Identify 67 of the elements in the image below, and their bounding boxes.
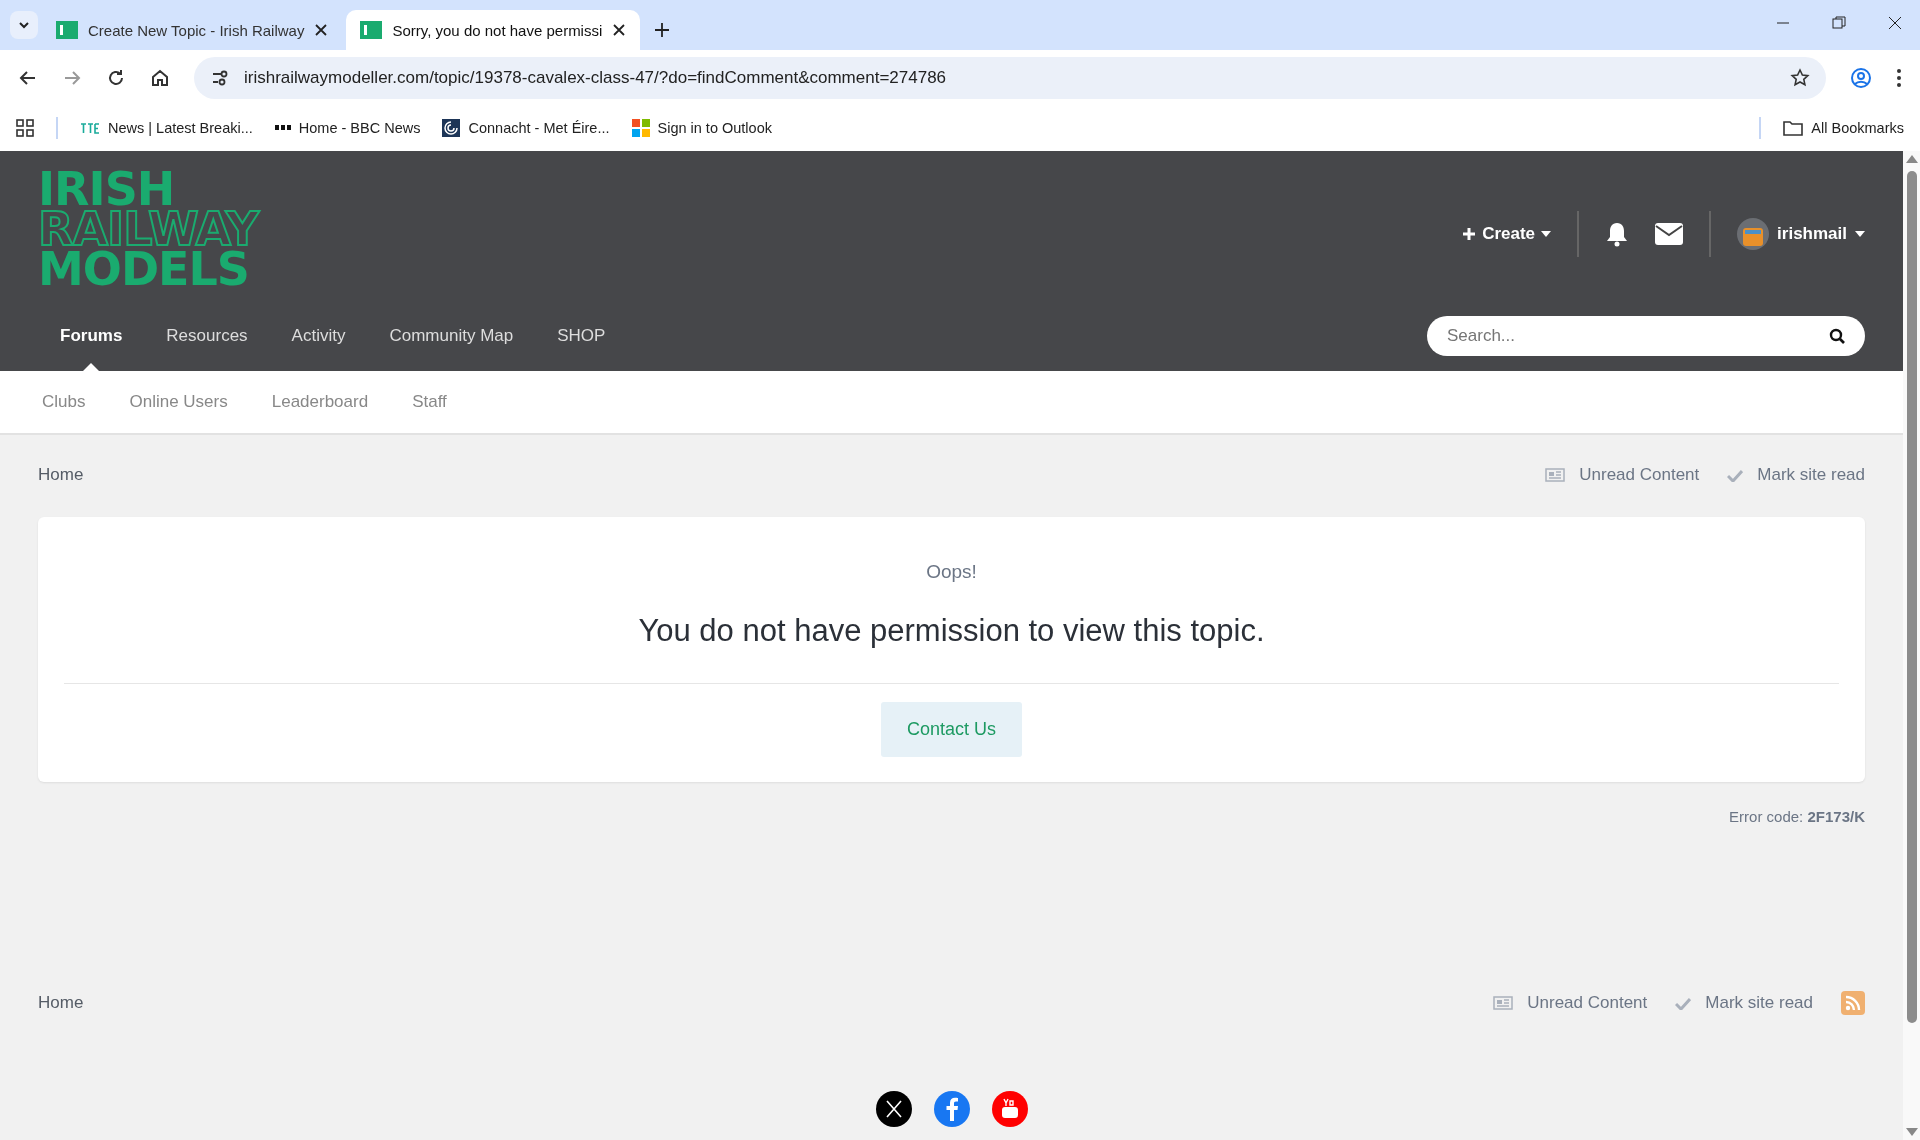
close-icon[interactable] xyxy=(612,23,627,37)
bookmark-favicon-icon xyxy=(442,119,461,137)
bookmark[interactable]: Connacht - Met Éire... xyxy=(442,119,610,137)
x-logo-icon[interactable] xyxy=(875,1091,912,1127)
subnav-link[interactable]: Leaderboard xyxy=(271,392,369,412)
caret-icon xyxy=(1541,231,1552,237)
user-menu[interactable]: irishmail xyxy=(1737,218,1865,250)
caret-icon xyxy=(1855,231,1865,237)
facebook-icon[interactable] xyxy=(933,1091,970,1127)
scroll-up-icon[interactable] xyxy=(1905,155,1918,163)
bookmark[interactable]: Home - BBC News xyxy=(274,120,421,136)
envelope-icon[interactable] xyxy=(1655,223,1684,245)
search-icon[interactable] xyxy=(1829,328,1845,344)
checkmark-icon xyxy=(1727,468,1744,482)
subnav-link[interactable]: Clubs xyxy=(42,392,86,412)
subnav-link[interactable]: Online Users xyxy=(129,392,228,412)
subnav-link[interactable]: Staff xyxy=(412,392,447,412)
apps-grid-icon[interactable] xyxy=(16,119,34,137)
close-icon[interactable] xyxy=(1888,16,1902,30)
more-icon[interactable] xyxy=(1896,67,1902,88)
bookmark-favicon-icon xyxy=(631,119,650,137)
site-favicon-icon xyxy=(360,21,383,39)
nav-tab[interactable]: Community Map xyxy=(367,301,536,371)
tab-title: Sorry, you do not have permissi xyxy=(392,21,603,39)
bell-icon[interactable] xyxy=(1605,221,1630,247)
error-code: Error code: 2F173/K xyxy=(1728,808,1865,825)
nav-tab[interactable]: Activity xyxy=(269,301,368,371)
close-icon[interactable] xyxy=(314,23,329,37)
nav-tab[interactable]: Resources xyxy=(144,301,270,371)
mark-site-read-link[interactable]: Mark site read xyxy=(1675,993,1813,1013)
bookmark[interactable]: Sign in to Outlook xyxy=(631,119,772,137)
search-field[interactable]: Search... xyxy=(1427,316,1865,356)
breadcrumb-link[interactable]: Home xyxy=(38,465,84,485)
star-icon[interactable] xyxy=(1790,67,1810,88)
address-bar[interactable]: irishrailwaymodeller.com/topic/19378-cavalex-class-47/?do=findComment&comment=274786 xyxy=(194,56,1826,99)
browser-tab[interactable]: Sorry, you do not have permissi xyxy=(346,10,641,50)
tab-title: Create New Topic - Irish Railway xyxy=(88,21,305,39)
bookmark-favicon-icon xyxy=(274,125,291,131)
newspaper-icon xyxy=(1545,468,1566,482)
scrollbar[interactable] xyxy=(1903,151,1920,1140)
create-button[interactable]: Create xyxy=(1462,224,1552,244)
reload-icon[interactable] xyxy=(106,67,126,88)
youtube-icon[interactable] xyxy=(991,1091,1028,1127)
scroll-down-icon[interactable] xyxy=(1905,1128,1918,1136)
avatar-icon xyxy=(1737,218,1770,250)
nav-tab[interactable]: SHOP xyxy=(535,301,628,371)
mark-site-read-link[interactable]: Mark site read xyxy=(1727,465,1865,485)
all-bookmarks-button[interactable]: All Bookmarks xyxy=(1783,120,1904,136)
new-tab-icon[interactable] xyxy=(654,22,671,38)
error-heading: Oops! xyxy=(926,561,977,583)
breadcrumb-link[interactable]: Home xyxy=(38,993,84,1013)
bookmark[interactable]: News | Latest Breaki... xyxy=(80,120,253,136)
newspaper-icon xyxy=(1493,996,1514,1010)
tab-search-button[interactable] xyxy=(10,11,38,39)
home-icon[interactable] xyxy=(150,67,170,88)
folder-icon xyxy=(1783,120,1804,136)
plus-icon xyxy=(1462,227,1477,241)
error-message: You do not have permission to view this topic. xyxy=(638,613,1265,649)
nav-tab[interactable]: Forums xyxy=(38,301,145,371)
unread-content-link[interactable]: Unread Content xyxy=(1493,993,1648,1013)
browser-tab[interactable]: Create New Topic - Irish Railway xyxy=(42,10,343,50)
restore-icon[interactable] xyxy=(1832,16,1846,30)
bookmark-favicon-icon xyxy=(80,122,100,134)
unread-content-link[interactable]: Unread Content xyxy=(1545,465,1700,485)
profile-icon[interactable] xyxy=(1850,66,1872,89)
site-favicon-icon xyxy=(56,21,78,39)
checkmark-icon xyxy=(1675,996,1692,1010)
